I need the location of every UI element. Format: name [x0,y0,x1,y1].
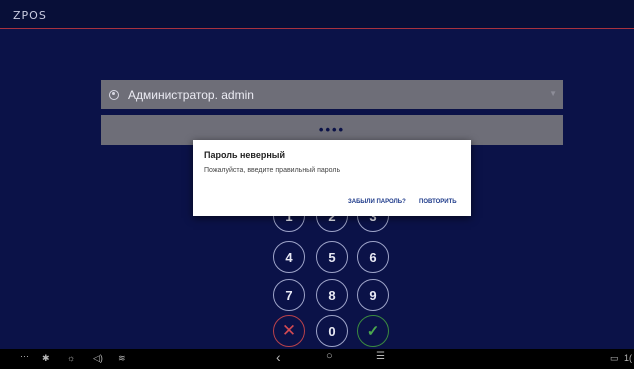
retry-button[interactable]: ПОВТОРИТЬ [419,199,457,205]
top-bar: ZPOS [0,0,634,29]
volume-icon: ◁) [93,353,103,363]
error-dialog: Пароль неверный Пожалуйста, введите прав… [193,140,471,216]
confirm-key[interactable]: ✓ [357,315,389,347]
user-select[interactable]: Администратор. admin ▼ [101,80,563,109]
brightness-icon: ☼ [67,353,76,363]
app-logo: ZPOS [13,9,47,22]
user-icon [109,89,119,100]
key-7[interactable]: 7 [273,279,305,311]
key-8[interactable]: 8 [316,279,348,311]
key-0[interactable]: 0 [316,315,348,347]
dialog-message: Пожалуйста, введите правильный пароль [204,167,341,174]
user-select-label: Администратор. admin [128,87,254,102]
forgot-password-button[interactable]: ЗАБЫЛИ ПАРОЛЬ? [348,199,406,205]
chevron-down-icon: ▼ [549,89,557,98]
more-icon[interactable]: ··· [20,351,29,361]
key-5[interactable]: 5 [316,241,348,273]
screen-icon: ▭ [610,353,619,363]
app-screen: ZPOS Администратор. admin ▼ •••• 1 2 3 4… [0,0,634,349]
dialog-title: Пароль неверный [204,150,286,160]
wifi-icon: ≋ [118,353,126,363]
home-button[interactable]: ○ [326,350,333,362]
back-button[interactable]: ‹ [276,349,281,365]
cancel-key[interactable]: ✕ [273,315,305,347]
system-nav-bar: ··· ✱ ☼ ◁) ≋ ‹ ○ ☰ ▭ 1( [0,349,634,369]
key-4[interactable]: 4 [273,241,305,273]
key-6[interactable]: 6 [357,241,389,273]
key-9[interactable]: 9 [357,279,389,311]
recents-button[interactable]: ☰ [376,351,385,362]
clock-text: 1( [624,353,633,363]
bluetooth-icon: ✱ [42,353,50,363]
